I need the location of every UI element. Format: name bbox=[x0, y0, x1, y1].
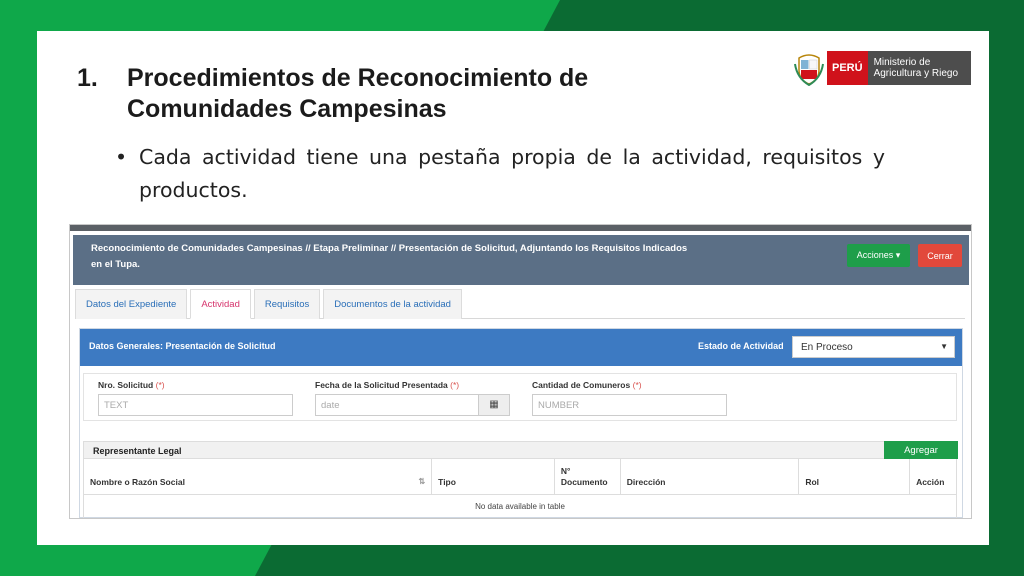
estado-label: Estado de Actividad bbox=[698, 341, 784, 351]
agregar-button[interactable]: Agregar bbox=[884, 441, 958, 459]
nro-solicitud-input[interactable]: TEXT bbox=[98, 394, 293, 416]
tab-documentos-actividad[interactable]: Documentos de la actividad bbox=[323, 289, 462, 319]
nro-solicitud-label: Nro. Solicitud (*) bbox=[98, 380, 165, 390]
caret-down-icon: ▼ bbox=[940, 342, 948, 351]
fecha-solicitud-label: Fecha de la Solicitud Presentada (*) bbox=[315, 380, 460, 390]
tab-requisitos[interactable]: Requisitos bbox=[253, 289, 321, 319]
acciones-button[interactable]: Acciones ▾ bbox=[847, 244, 910, 267]
column-direccion[interactable]: Dirección bbox=[621, 459, 800, 494]
representante-header: Representante Legal bbox=[83, 441, 957, 459]
peru-shield-icon bbox=[793, 50, 825, 87]
bullet-point: • Cada actividad tiene una pestaña propi… bbox=[115, 141, 885, 207]
datos-generales-panel: Datos Generales: Presentación de Solicit… bbox=[79, 328, 963, 518]
representante-title: Representante Legal bbox=[93, 446, 182, 456]
sort-icon: ⇅ bbox=[418, 477, 426, 486]
tab-actividad[interactable]: Actividad bbox=[190, 289, 251, 319]
slide: 1. Procedimientos de Reconocimiento de C… bbox=[37, 31, 989, 545]
bullet-dot: • bbox=[115, 145, 128, 169]
panel-title: Datos Generales: Presentación de Solicit… bbox=[89, 341, 276, 351]
tab-datos-expediente[interactable]: Datos del Expediente bbox=[75, 289, 188, 319]
form-fields: Nro. Solicitud (*) TEXT Fecha de la Soli… bbox=[83, 373, 957, 421]
peru-label: PERÚ bbox=[827, 51, 868, 85]
representante-table: Nombre o Razón Social ⇅ Tipo N° Documento… bbox=[83, 459, 957, 518]
column-rol[interactable]: Rol bbox=[799, 459, 911, 494]
estado-select[interactable]: En Proceso ▼ bbox=[792, 336, 955, 358]
table-empty-row: No data available in table bbox=[83, 495, 957, 518]
ministry-label: Ministerio de Agricultura y Riego bbox=[867, 51, 971, 85]
cantidad-comuneros-input[interactable]: NUMBER bbox=[532, 394, 727, 416]
slide-title: 1. Procedimientos de Reconocimiento de C… bbox=[77, 63, 687, 125]
screenshot-top-bar bbox=[70, 225, 971, 231]
cantidad-comuneros-label: Cantidad de Comuneros (*) bbox=[532, 380, 642, 390]
column-accion[interactable]: Acción bbox=[910, 459, 956, 494]
ministry-logo: PERÚ Ministerio de Agricultura y Riego bbox=[793, 50, 971, 87]
tab-bar: Datos del Expediente Actividad Requisito… bbox=[75, 289, 965, 319]
table-header: Nombre o Razón Social ⇅ Tipo N° Documento… bbox=[83, 459, 957, 495]
cerrar-button[interactable]: Cerrar bbox=[918, 244, 962, 267]
app-screenshot: Reconocimiento de Comunidades Campesinas… bbox=[69, 224, 972, 519]
title-number: 1. bbox=[77, 64, 98, 92]
title-text: Procedimientos de Reconocimiento de Comu… bbox=[127, 64, 589, 123]
column-tipo[interactable]: Tipo bbox=[432, 459, 555, 494]
column-nombre[interactable]: Nombre o Razón Social ⇅ bbox=[84, 459, 433, 494]
fecha-solicitud-input[interactable]: date bbox=[315, 394, 479, 416]
app-header-title: Reconocimiento de Comunidades Campesinas… bbox=[91, 243, 688, 270]
panel-header: Datos Generales: Presentación de Solicit… bbox=[80, 329, 962, 366]
app-header: Reconocimiento de Comunidades Campesinas… bbox=[73, 235, 969, 285]
calendar-icon[interactable]: ▦ bbox=[478, 394, 510, 416]
bullet-text: Cada actividad tiene una pestaña propia … bbox=[139, 145, 885, 202]
estado-value: En Proceso bbox=[801, 342, 853, 353]
column-documento[interactable]: N° Documento bbox=[555, 459, 621, 494]
